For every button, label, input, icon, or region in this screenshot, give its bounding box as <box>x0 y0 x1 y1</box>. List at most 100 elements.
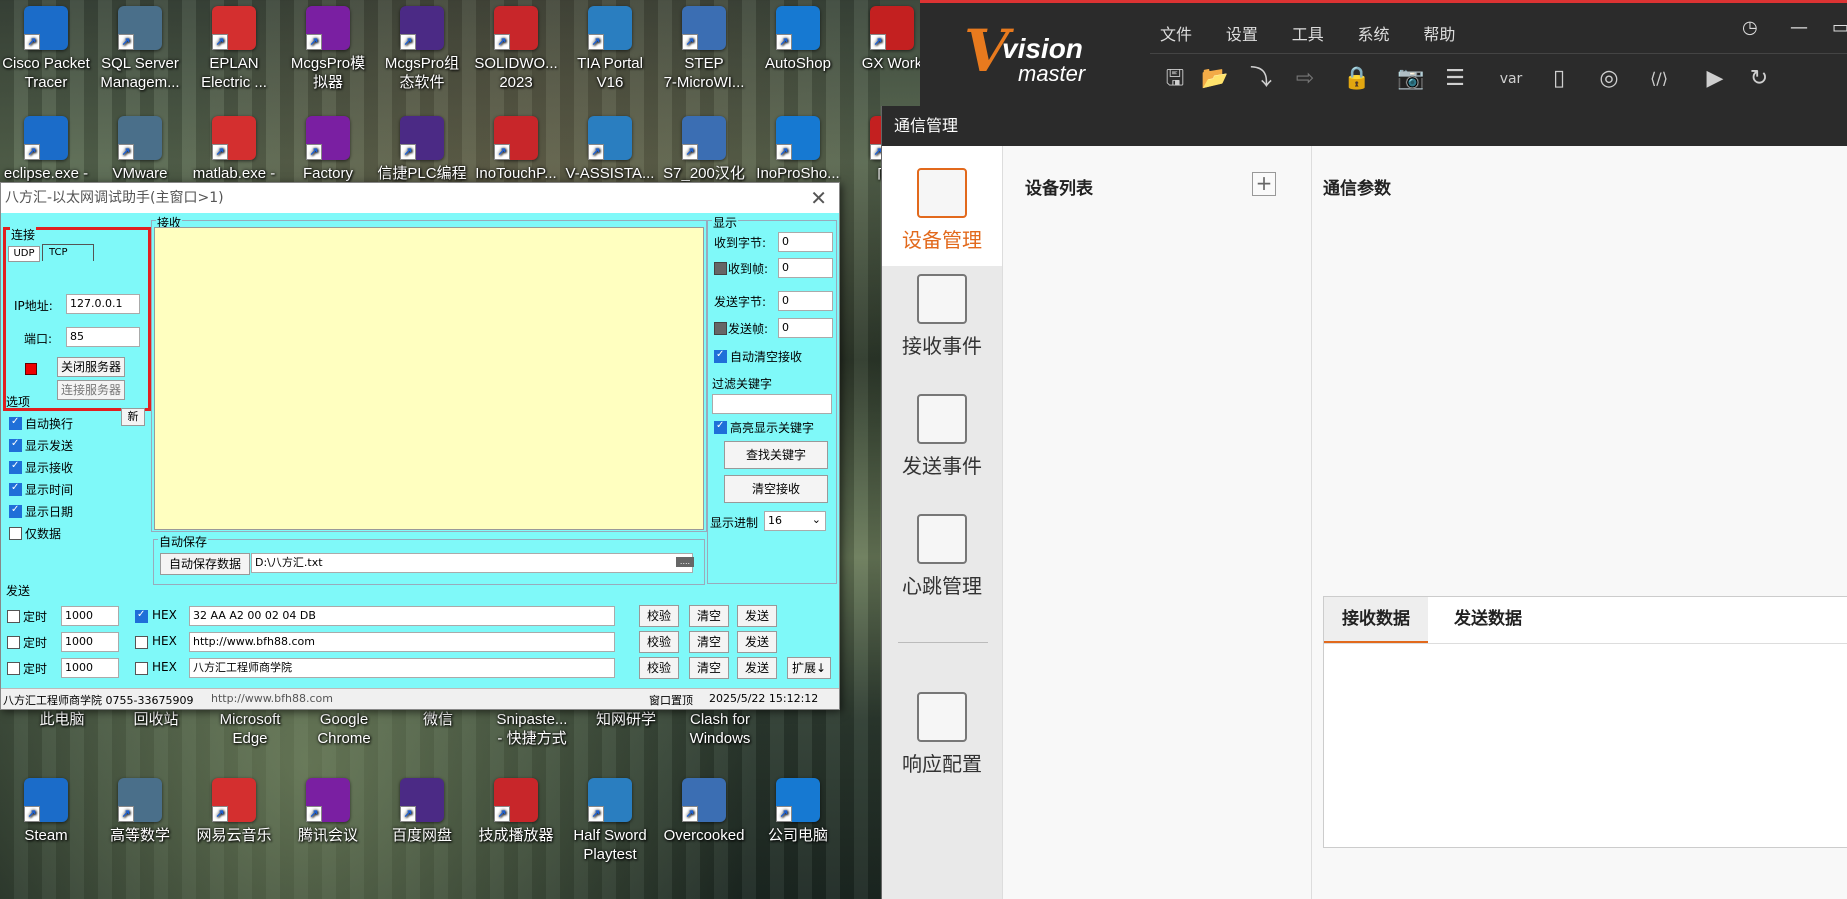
variable-icon[interactable]: var <box>1496 64 1526 94</box>
send-text-input[interactable]: 八方汇工程师商学院 <box>189 658 615 678</box>
sidebar-item-recv-event[interactable]: 接收事件 <box>882 274 1002 359</box>
send-button[interactable]: 发送 <box>737 657 777 679</box>
desktop-icon[interactable]: 此电脑 <box>16 710 108 729</box>
clear-receive-button[interactable]: 清空接收 <box>724 475 828 503</box>
send-text-input[interactable]: http://www.bfh88.com <box>189 632 615 652</box>
minimize-icon[interactable]: — <box>1790 17 1808 38</box>
desktop-icon[interactable]: ↗ 公司电脑 <box>752 778 844 845</box>
autosave-button[interactable]: 自动保存数据 <box>160 553 250 575</box>
option-checkbox[interactable] <box>9 504 22 518</box>
sidebar-item-response[interactable]: 响应配置 <box>882 692 1002 777</box>
export-icon[interactable]: ⇨ <box>1290 64 1320 94</box>
send-text-input[interactable]: 32 AA A2 00 02 04 DB <box>189 606 615 626</box>
tab-tcp[interactable]: TCP <box>42 244 94 261</box>
sidebar-item-heartbeat[interactable]: 心跳管理 <box>882 514 1002 599</box>
close-server-button[interactable]: 关闭服务器 <box>57 357 125 377</box>
timer-checkbox[interactable] <box>7 662 20 675</box>
desktop-icon[interactable]: ↗ SQL Server Managem... <box>94 6 186 92</box>
menu-help[interactable]: 帮助 <box>1423 21 1455 45</box>
timer-icon[interactable]: ◷ <box>1742 17 1758 38</box>
hex-checkbox[interactable] <box>135 636 148 649</box>
desktop-icon[interactable]: ↗ AutoShop <box>752 6 844 73</box>
autosave-path-input[interactable]: D:\八方汇.txt <box>251 553 693 573</box>
desktop-icon[interactable]: ↗ 腾讯会议 <box>282 778 374 845</box>
send-button[interactable]: 发送 <box>737 605 777 627</box>
recv-frames-checkbox[interactable] <box>714 262 727 275</box>
desktop-icon[interactable]: ↗ VMware <box>94 116 186 183</box>
window-titlebar[interactable]: 八方汇-以太网调试助手(主窗口>1) ✕ <box>1 183 839 213</box>
tab-udp[interactable]: UDP <box>8 246 40 262</box>
close-icon[interactable]: ✕ <box>810 183 827 213</box>
desktop-icon[interactable]: ↗ 高等数学 <box>94 778 186 845</box>
send-frames-checkbox[interactable] <box>714 322 727 335</box>
desktop-icon[interactable]: ↗ Half Sword Playtest <box>564 778 656 864</box>
receive-textarea[interactable] <box>154 227 704 530</box>
lock-icon[interactable]: 🔒 <box>1342 64 1372 94</box>
desktop-icon[interactable]: ↗ McgsPro组 态软件 <box>376 6 468 92</box>
desktop-icon[interactable]: ↗ 百度网盘 <box>376 778 468 845</box>
status-url[interactable]: http://www.bfh88.com <box>211 692 333 705</box>
desktop-icon[interactable]: ↗ matlab.exe - <box>188 116 280 183</box>
desktop-icon[interactable]: ↗ eclipse.exe - <box>0 116 92 183</box>
new-window-button[interactable]: 新 <box>121 408 145 426</box>
desktop-icon[interactable]: ↗ InoProSho... <box>752 116 844 183</box>
radix-select[interactable]: 16 ⌄ <box>764 511 826 531</box>
loop-icon[interactable]: ↻ <box>1744 64 1774 94</box>
hex-checkbox[interactable] <box>135 662 148 675</box>
highlight-checkbox[interactable] <box>714 420 727 434</box>
desktop-icon[interactable]: ↗ V-ASSISTA... <box>564 116 656 183</box>
timer-checkbox[interactable] <box>7 636 20 649</box>
verify-button[interactable]: 校验 <box>639 631 679 653</box>
sliders-icon[interactable]: ☰ <box>1440 64 1470 94</box>
option-checkbox[interactable] <box>9 482 22 496</box>
desktop-icon[interactable]: ↗ Cisco Packet Tracer <box>0 6 92 92</box>
desktop-icon[interactable]: 微信 <box>392 710 484 729</box>
clear-button[interactable]: 清空 <box>689 631 729 653</box>
desktop-icon[interactable]: 知网研学 <box>580 710 672 729</box>
window-icon[interactable]: ▭ <box>1832 17 1847 38</box>
interval-input[interactable]: 1000 <box>61 606 119 626</box>
option-checkbox[interactable] <box>9 438 22 452</box>
desktop-icon[interactable]: 回收站 <box>110 710 202 729</box>
expand-button[interactable]: 扩展↓ <box>787 657 831 679</box>
timer-checkbox[interactable] <box>7 610 20 623</box>
send-button[interactable]: 发送 <box>737 631 777 653</box>
sidebar-item-send-event[interactable]: 发送事件 <box>882 394 1002 479</box>
save-as-icon[interactable]: ⤵ <box>1246 64 1276 94</box>
ip-input[interactable]: 127.0.0.1 <box>66 294 140 314</box>
clear-button[interactable]: 清空 <box>689 605 729 627</box>
desktop-icon[interactable]: ↗ Overcooked <box>658 778 750 845</box>
verify-button[interactable]: 校验 <box>639 657 679 679</box>
port-input[interactable]: 85 <box>66 327 140 347</box>
tab-send-data[interactable]: 发送数据 <box>1436 597 1540 641</box>
net-debug-window[interactable]: 八方汇-以太网调试助手(主窗口>1) ✕ 连接 UDP TCP IP地址: 12… <box>0 182 840 710</box>
desktop-icon[interactable]: ↗ TIA Portal V16 <box>564 6 656 92</box>
desktop-icon[interactable]: ↗ STEP 7-MicroWI... <box>658 6 750 92</box>
option-checkbox[interactable] <box>9 527 22 540</box>
desktop-icon[interactable]: ↗ Factory <box>282 116 374 183</box>
run-icon[interactable]: ▶ <box>1700 64 1730 94</box>
option-checkbox[interactable] <box>9 460 22 474</box>
filter-input[interactable] <box>712 394 832 414</box>
desktop-icon[interactable]: ↗ 技成播放器 <box>470 778 562 845</box>
hex-checkbox[interactable] <box>135 609 148 623</box>
desktop-icon[interactable]: ↗ SOLIDWO... 2023 <box>470 6 562 92</box>
save-icon[interactable]: 🖫 <box>1160 64 1190 94</box>
menu-system[interactable]: 系统 <box>1358 21 1390 45</box>
desktop-icon[interactable]: ↗ 网易云音乐 <box>188 778 280 845</box>
desktop-icon[interactable]: ↗ EPLAN Electric ... <box>188 6 280 92</box>
find-keyword-button[interactable]: 查找关键字 <box>724 441 828 469</box>
clear-button[interactable]: 清空 <box>689 657 729 679</box>
option-checkbox[interactable] <box>9 416 22 430</box>
desktop-icon[interactable]: ↗ Steam <box>0 778 92 845</box>
interval-input[interactable]: 1000 <box>61 632 119 652</box>
open-folder-icon[interactable]: 📂 <box>1200 64 1230 94</box>
sidebar-item-device[interactable]: 设备管理 <box>882 146 1002 266</box>
add-device-button[interactable]: + <box>1252 172 1276 196</box>
desktop-icon[interactable]: ↗ InoTouchP... <box>470 116 562 183</box>
browse-button[interactable]: .... <box>676 557 694 567</box>
desktop-icon[interactable]: ↗ S7_200汉化 <box>658 116 750 183</box>
menu-settings[interactable]: 设置 <box>1226 21 1258 45</box>
tab-receive-data[interactable]: 接收数据 <box>1324 597 1428 644</box>
menu-file[interactable]: 文件 <box>1160 21 1192 45</box>
